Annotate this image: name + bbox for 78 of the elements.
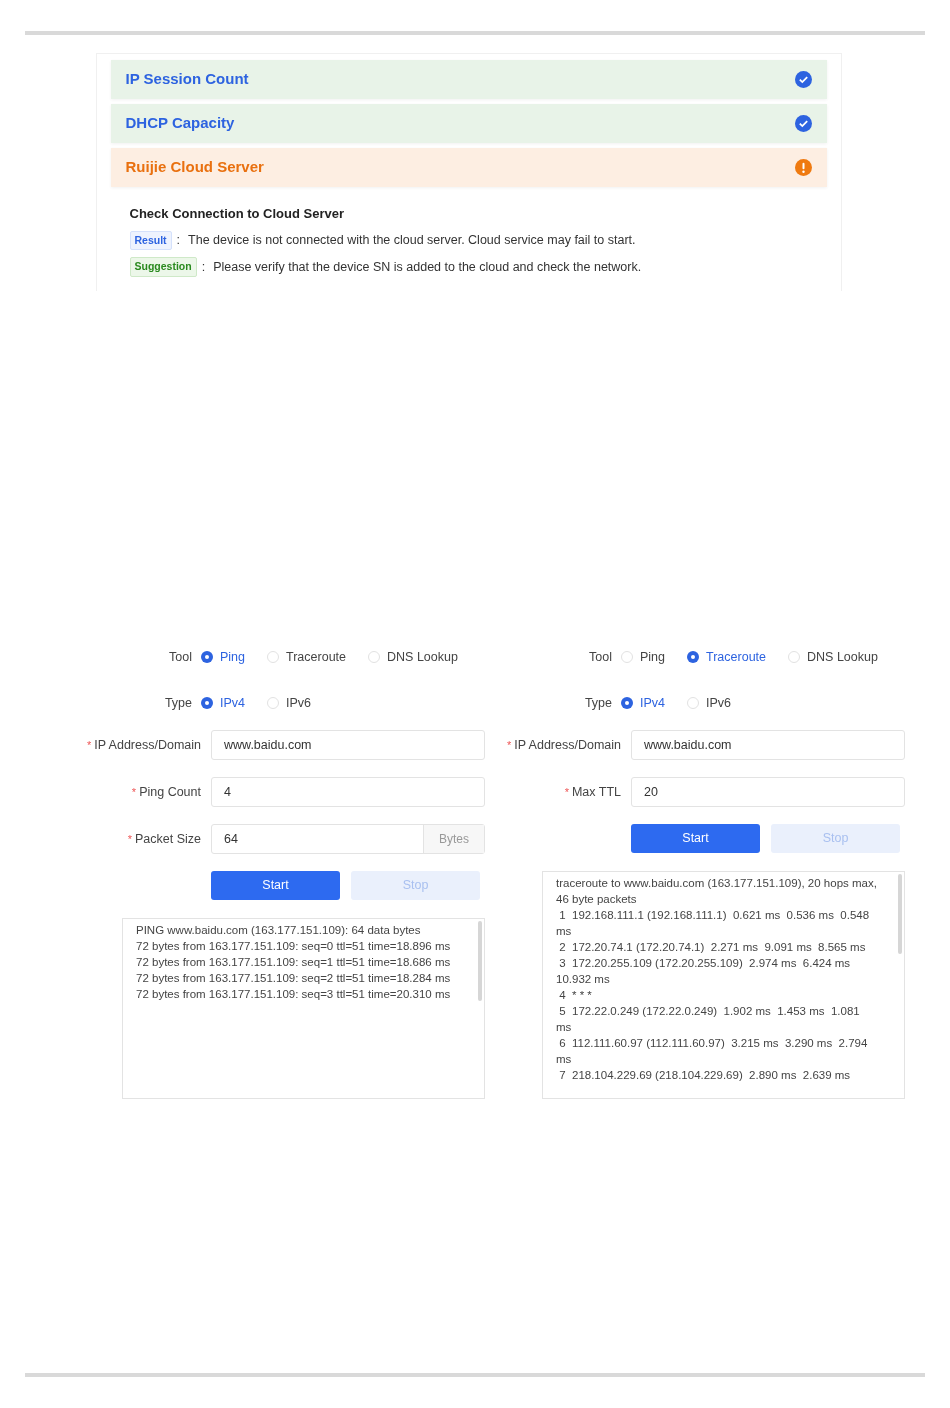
output-line: 72 bytes from 163.177.151.109: seq=3 ttl=51 time=20.310 ms	[136, 987, 452, 1002]
separator: :	[201, 258, 206, 276]
diagnosis-item-header[interactable]: DHCP Capacity	[110, 104, 827, 143]
field-label: Packet Size	[135, 830, 201, 848]
unit-addon: Bytes	[423, 825, 484, 853]
radio-button[interactable]	[788, 651, 800, 663]
radio-label: Traceroute	[706, 648, 766, 666]
field-label: IP Address/Domain	[514, 736, 621, 754]
output-line: 5 172.22.0.249 (172.22.0.249) 1.902 ms 1.453 ms 1.081 ms	[556, 1004, 861, 1035]
field-label: Max TTL	[571, 783, 621, 801]
field-label: Type	[583, 694, 613, 712]
output-line: 2 172.20.74.1 (172.20.74.1) 2.271 ms 9.091 ms 8.565 ms	[558, 940, 867, 955]
field-label: Tool	[588, 648, 613, 666]
output-line: 72 bytes from 163.177.151.109: seq=0 ttl=51 time=18.896 ms	[136, 939, 452, 954]
detail-text: The device is not connected with the cloud server. Cloud service may fail to start.	[188, 232, 636, 249]
output-line: 6 112.111.60.97 (112.111.60.97) 3.215 ms 3.290 ms 2.794 ms	[556, 1036, 869, 1067]
diagnosis-item-header[interactable]: Ruijie Cloud Server	[110, 148, 827, 187]
radio-label: Traceroute	[286, 648, 346, 666]
output-line: PING www.baidu.com (163.177.151.109): 64 data bytes	[136, 923, 422, 938]
field-label: Ping Count	[139, 783, 201, 801]
radio-label: IPv4	[220, 694, 245, 712]
input-field[interactable]: 4	[211, 777, 485, 807]
item-title: Ruijie Cloud Server	[125, 157, 264, 178]
required-mark: *	[564, 784, 569, 800]
radio-button[interactable]	[201, 697, 213, 709]
required-mark: *	[131, 784, 137, 800]
radio-button[interactable]	[621, 651, 633, 663]
radio-label: DNS Lookup	[387, 648, 458, 666]
radio-label: Ping	[640, 648, 666, 666]
separator: :	[176, 232, 181, 249]
output-line: 4 * * *	[558, 988, 593, 1003]
radio-label: IPv4	[640, 694, 665, 712]
result-tag: Result	[129, 230, 172, 251]
detail-heading: Check Connection to Cloud Server	[129, 205, 346, 223]
radio-button[interactable]	[267, 697, 279, 709]
field-value: 64	[223, 830, 239, 848]
output-line: traceroute to www.baidu.com (163.177.151.109), 20 hops max, 46 byte packets	[556, 876, 878, 907]
field-label: IP Address/Domain	[94, 736, 201, 754]
field-value: www.baidu.com	[643, 736, 733, 754]
start-button[interactable]: Start	[631, 824, 760, 853]
input-field[interactable]: 20	[631, 777, 905, 807]
radio-label: IPv6	[286, 694, 312, 712]
result-tag: Suggestion	[129, 257, 197, 277]
check-icon	[794, 115, 812, 132]
item-title: DHCP Capacity	[125, 113, 235, 134]
exclamation-icon	[794, 159, 812, 176]
output-line: 3 172.20.255.109 (172.20.255.109) 2.974 ms 6.424 ms 10.932 ms	[556, 956, 852, 987]
radio-button[interactable]	[267, 651, 280, 663]
item-title: IP Session Count	[125, 69, 249, 90]
output-line: 1 192.168.111.1 (192.168.111.1) 0.621 ms 0.536 ms 0.548 ms	[556, 908, 871, 939]
output-line: 72 bytes from 163.177.151.109: seq=1 ttl=51 time=18.686 ms	[136, 955, 452, 970]
input-field[interactable]: www.baidu.com	[631, 730, 905, 760]
input-field[interactable]: www.baidu.com	[211, 730, 485, 760]
radio-button[interactable]	[621, 697, 633, 709]
radio-button[interactable]	[368, 651, 380, 663]
radio-label: IPv6	[706, 694, 732, 712]
input-field[interactable]: 64 Bytes	[211, 824, 485, 854]
required-mark: *	[86, 737, 92, 753]
radio-label: Ping	[220, 648, 246, 666]
radio-button[interactable]	[687, 697, 699, 709]
field-value: 20	[643, 783, 659, 801]
diagnosis-item-header[interactable]: IP Session Count	[110, 60, 827, 99]
field-value: www.baidu.com	[223, 736, 313, 754]
field-value: 4	[223, 783, 232, 801]
field-label: Type	[163, 694, 193, 712]
radio-button[interactable]	[201, 651, 213, 663]
radio-button[interactable]	[687, 651, 700, 663]
start-button[interactable]: Start	[211, 871, 340, 900]
check-icon	[794, 71, 812, 88]
field-label: Tool	[168, 648, 193, 666]
scrollbar[interactable]	[898, 874, 902, 954]
output-line: 7 218.104.229.69 (218.104.229.69) 2.890 ms 2.639 ms	[558, 1068, 852, 1083]
detail-text: Please verify that the device SN is added to the cloud and check the network.	[213, 258, 642, 276]
required-mark: *	[506, 737, 512, 753]
scrollbar[interactable]	[478, 921, 482, 1001]
required-mark: *	[127, 831, 132, 847]
output-line: 72 bytes from 163.177.151.109: seq=2 ttl=51 time=18.284 ms	[136, 971, 452, 986]
radio-label: DNS Lookup	[807, 648, 878, 666]
